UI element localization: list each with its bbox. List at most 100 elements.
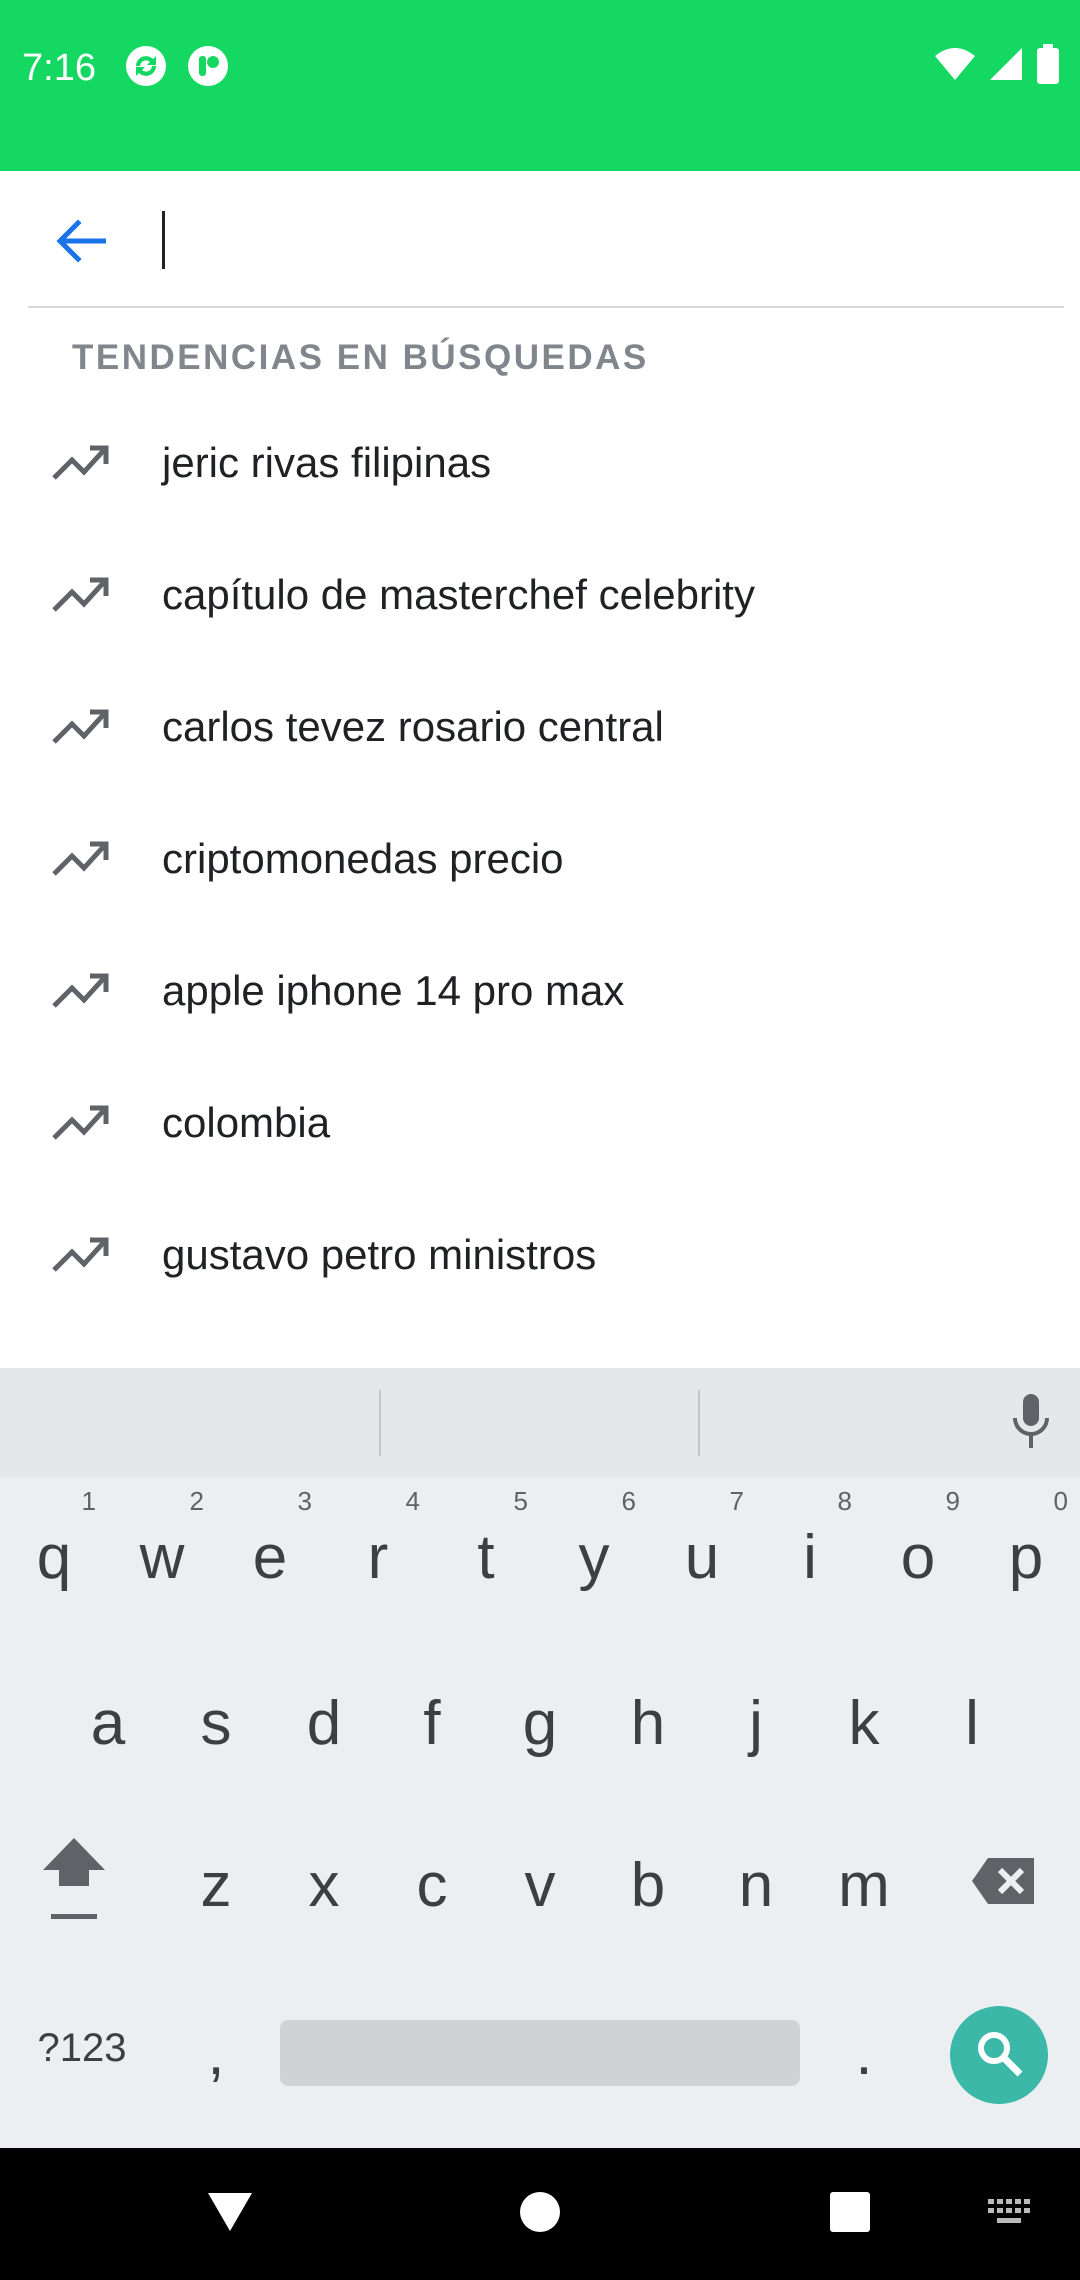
- trending-heading: TENDENCIAS EN BÚSQUEDAS: [72, 338, 649, 377]
- search-key[interactable]: [950, 2006, 1048, 2104]
- key-b[interactable]: b: [594, 1810, 702, 1960]
- keyboard-icon: [987, 2198, 1033, 2231]
- key-l[interactable]: l: [918, 1648, 1026, 1798]
- key-label: q: [36, 1522, 72, 1592]
- key-x[interactable]: x: [270, 1810, 378, 1960]
- key-label: h: [630, 1688, 666, 1758]
- status-time: 7:16: [22, 47, 96, 89]
- divider: [28, 306, 1064, 308]
- key-s[interactable]: s: [162, 1648, 270, 1798]
- key-label: y: [578, 1522, 610, 1592]
- key-r[interactable]: r4: [324, 1482, 432, 1632]
- nav-home-button[interactable]: [510, 2184, 570, 2244]
- battery-icon: [1036, 43, 1060, 89]
- key-label: u: [684, 1522, 720, 1592]
- trending-item[interactable]: criptomonedas precio: [0, 794, 1080, 926]
- soft-keyboard: q1 w2 e3 r4 t5 y6 u7 i8 o9 p0 a s d f g …: [0, 1368, 1080, 2148]
- trending-up-icon: [52, 1232, 114, 1276]
- key-hint: 0: [1053, 1486, 1068, 1516]
- key-hint: 3: [297, 1486, 312, 1516]
- key-label: ,: [207, 2018, 225, 2088]
- status-bar: 7:16: [0, 0, 1080, 171]
- key-n[interactable]: n: [702, 1810, 810, 1960]
- trending-up-icon: [52, 572, 114, 616]
- key-hint: 6: [621, 1486, 636, 1516]
- shift-icon: [39, 1832, 109, 1939]
- key-v[interactable]: v: [486, 1810, 594, 1960]
- back-button[interactable]: [46, 209, 114, 277]
- key-t[interactable]: t5: [432, 1482, 540, 1632]
- key-label: m: [838, 1850, 890, 1920]
- key-label: i: [803, 1522, 817, 1592]
- key-label: o: [900, 1522, 936, 1592]
- trending-up-icon: [52, 704, 114, 748]
- key-d[interactable]: d: [270, 1648, 378, 1798]
- key-p[interactable]: p0: [972, 1482, 1080, 1632]
- shift-key[interactable]: [20, 1810, 128, 1960]
- nav-back-button[interactable]: [200, 2184, 260, 2244]
- key-a[interactable]: a: [54, 1648, 162, 1798]
- search-icon: [974, 2028, 1024, 2083]
- key-hint: 1: [81, 1486, 96, 1516]
- key-e[interactable]: e3: [216, 1482, 324, 1632]
- trending-item[interactable]: jeric rivas filipinas: [0, 398, 1080, 530]
- key-i[interactable]: i8: [756, 1482, 864, 1632]
- key-label: r: [367, 1522, 389, 1592]
- key-label: t: [477, 1522, 495, 1592]
- key-j[interactable]: j: [702, 1648, 810, 1798]
- keyboard-switch-button[interactable]: [980, 2184, 1040, 2244]
- key-m[interactable]: m: [810, 1810, 918, 1960]
- trending-item[interactable]: apple iphone 14 pro max: [0, 926, 1080, 1058]
- search-input[interactable]: [160, 207, 1040, 273]
- trending-item-label: gustavo petro ministros: [162, 1231, 597, 1278]
- mic-button[interactable]: [1000, 1392, 1062, 1454]
- comma-key[interactable]: ,: [162, 1978, 270, 2128]
- key-u[interactable]: u7: [648, 1482, 756, 1632]
- key-label: f: [423, 1688, 441, 1758]
- key-label: v: [524, 1850, 556, 1920]
- key-g[interactable]: g: [486, 1648, 594, 1798]
- trending-item[interactable]: carlos tevez rosario central: [0, 662, 1080, 794]
- trending-up-icon: [52, 1100, 114, 1144]
- cell-signal-icon: [988, 46, 1024, 87]
- key-z[interactable]: z: [162, 1810, 270, 1960]
- divider: [379, 1390, 381, 1456]
- trending-up-icon: [52, 440, 114, 484]
- trending-item[interactable]: capítulo de masterchef celebrity: [0, 530, 1080, 662]
- key-label: .: [855, 2018, 873, 2088]
- key-w[interactable]: w2: [108, 1482, 216, 1632]
- nav-recents-button[interactable]: [820, 2184, 880, 2244]
- key-y[interactable]: y6: [540, 1482, 648, 1632]
- key-label: d: [306, 1688, 342, 1758]
- key-h[interactable]: h: [594, 1648, 702, 1798]
- suggestion-strip: [0, 1368, 1080, 1478]
- backspace-icon: [970, 1850, 1038, 1921]
- trending-item-label: carlos tevez rosario central: [162, 703, 664, 750]
- key-label: p: [1008, 1522, 1044, 1592]
- period-key[interactable]: .: [810, 1978, 918, 2128]
- key-label: g: [522, 1688, 558, 1758]
- key-o[interactable]: o9: [864, 1482, 972, 1632]
- key-hint: 2: [189, 1486, 204, 1516]
- key-q[interactable]: q1: [0, 1482, 108, 1632]
- trending-up-icon: [52, 836, 114, 880]
- trending-list: jeric rivas filipinas capítulo de master…: [0, 398, 1080, 1322]
- nav-recents-icon: [829, 2191, 871, 2238]
- space-key[interactable]: [280, 2020, 800, 2086]
- trending-item[interactable]: colombia: [0, 1058, 1080, 1190]
- search-header: [0, 171, 1080, 309]
- key-label: e: [252, 1522, 288, 1592]
- backspace-key[interactable]: [950, 1810, 1058, 1960]
- key-hint: 4: [405, 1486, 420, 1516]
- symbols-key[interactable]: ?123: [22, 2008, 142, 2088]
- key-label: w: [139, 1522, 185, 1592]
- key-label: z: [200, 1850, 232, 1920]
- key-label: k: [848, 1688, 880, 1758]
- key-k[interactable]: k: [810, 1648, 918, 1798]
- key-c[interactable]: c: [378, 1810, 486, 1960]
- trending-item[interactable]: gustavo petro ministros: [0, 1190, 1080, 1322]
- key-f[interactable]: f: [378, 1648, 486, 1798]
- wifi-icon: [934, 46, 976, 87]
- key-label: a: [90, 1688, 126, 1758]
- trending-item-label: apple iphone 14 pro max: [162, 967, 625, 1014]
